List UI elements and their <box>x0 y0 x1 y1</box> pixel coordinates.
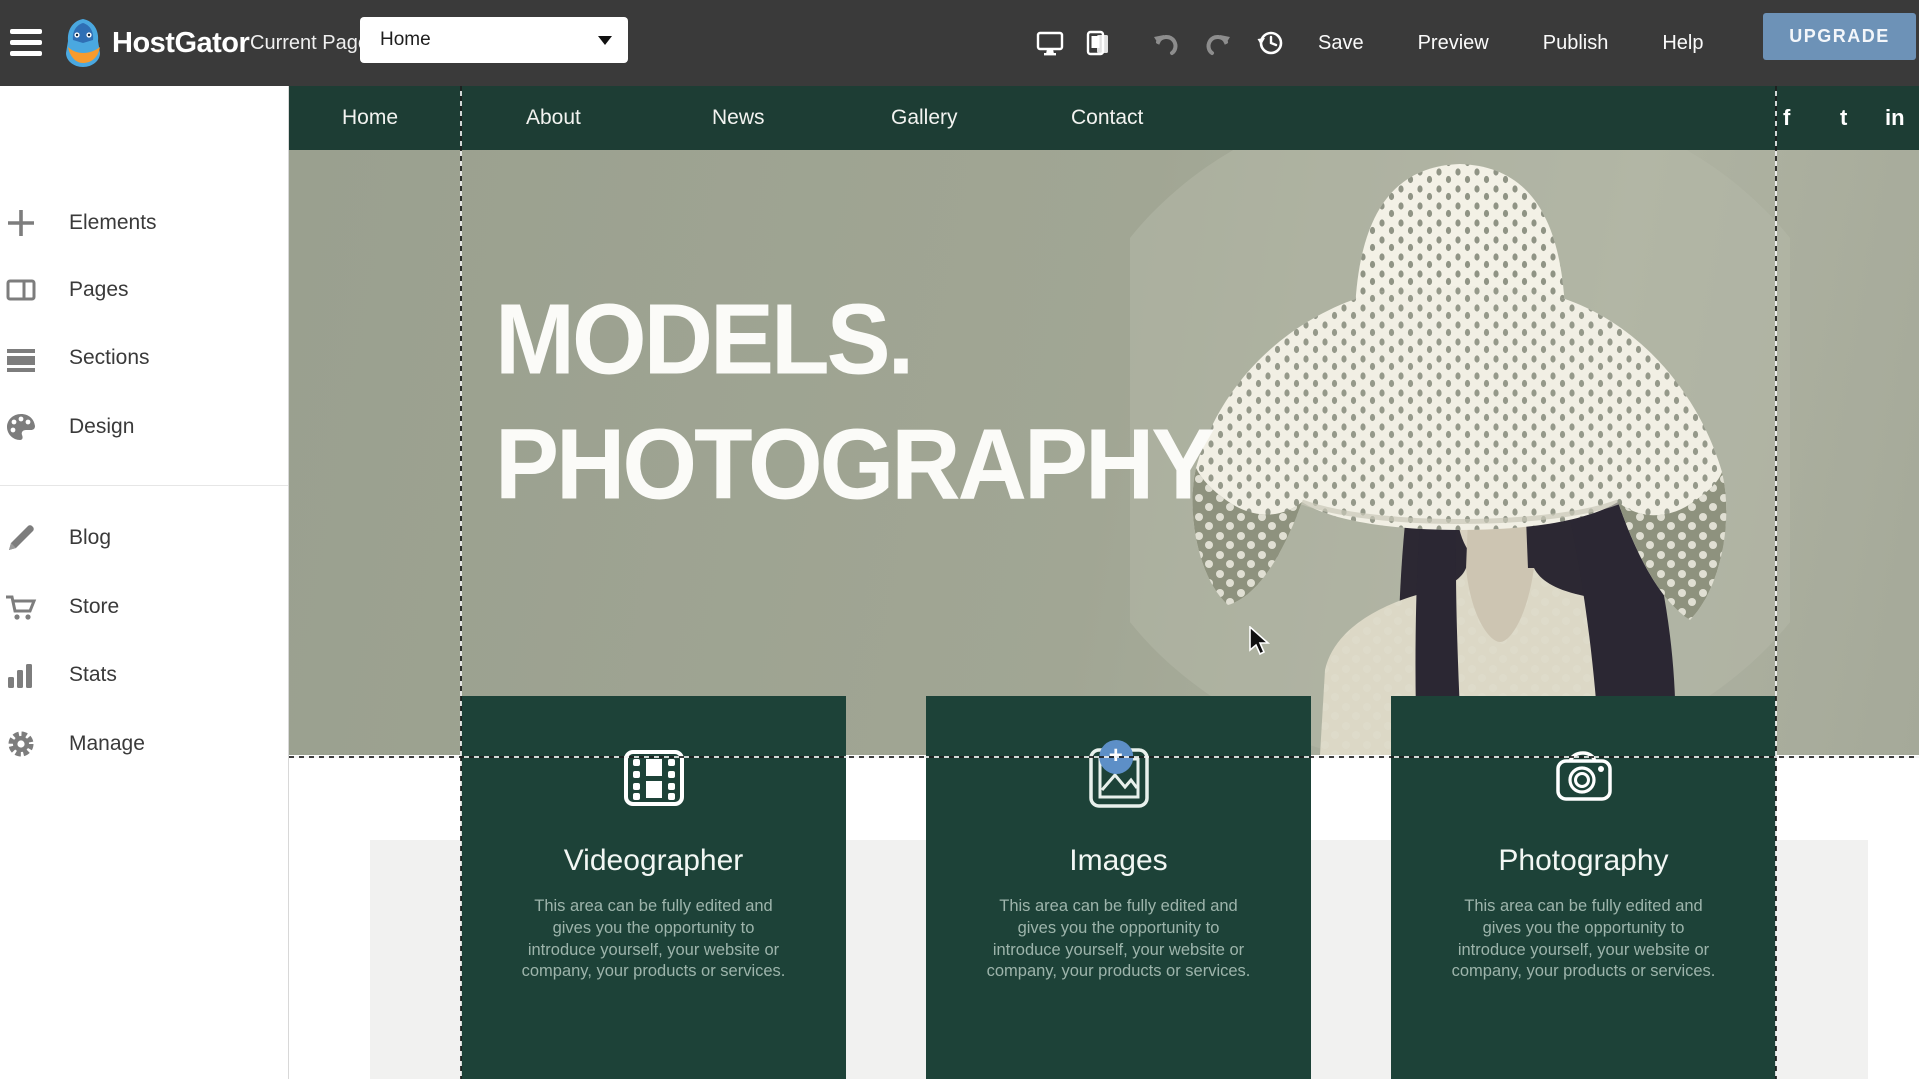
card-title: Images <box>926 844 1311 878</box>
editor-sidebar: Elements Pages Sections Design Blog <box>0 86 289 1079</box>
plus-icon <box>5 207 37 239</box>
redo-icon[interactable] <box>1204 29 1232 57</box>
pages-icon <box>5 274 37 306</box>
page-select-dropdown[interactable]: Home <box>360 17 628 63</box>
menu-hamburger-icon[interactable] <box>10 25 48 61</box>
section-boundary-left <box>460 86 462 1079</box>
card-body: This area can be fully edited and gives … <box>985 896 1253 983</box>
editor-topbar: HostGator Current Page: Home <box>0 0 1919 86</box>
chevron-down-icon <box>598 36 612 45</box>
palette-icon <box>5 411 37 443</box>
hostgator-logo: HostGator <box>60 16 249 70</box>
gear-icon <box>5 728 37 760</box>
twitter-icon[interactable]: t <box>1840 86 1847 150</box>
sidebar-item-pages[interactable]: Pages <box>0 262 288 318</box>
sidebar-item-label: Manage <box>69 732 145 756</box>
bar-chart-icon <box>5 659 37 691</box>
sidebar-item-design[interactable]: Design <box>0 399 288 455</box>
site-nav-contact[interactable]: Contact <box>1071 86 1143 150</box>
mobile-view-icon[interactable] <box>1084 29 1112 57</box>
site-editor-canvas: Home About News Gallery Contact f t in <box>289 86 1919 1079</box>
card-body: This area can be fully edited and gives … <box>520 896 788 983</box>
brand-text: HostGator <box>112 27 249 60</box>
preview-button[interactable]: Preview <box>1418 32 1489 55</box>
facebook-icon[interactable]: f <box>1783 86 1790 150</box>
site-nav-gallery[interactable]: Gallery <box>891 86 958 150</box>
hero-model-image <box>1130 150 1790 755</box>
section-boundary-right <box>1775 86 1777 1079</box>
sidebar-item-label: Stats <box>69 663 117 687</box>
sidebar-item-label: Store <box>69 595 119 619</box>
cart-icon <box>5 591 37 623</box>
pencil-icon <box>5 522 37 554</box>
sidebar-item-store[interactable]: Store <box>0 579 288 635</box>
desktop-view-icon[interactable] <box>1036 29 1064 57</box>
page-select-value: Home <box>380 29 598 51</box>
mouse-cursor <box>1248 626 1274 656</box>
sidebar-item-elements[interactable]: Elements <box>0 195 288 251</box>
sidebar-item-blog[interactable]: Blog <box>0 510 288 566</box>
site-nav-home[interactable]: Home <box>342 86 398 150</box>
sidebar-item-label: Elements <box>69 211 157 235</box>
sidebar-item-sections[interactable]: Sections <box>0 330 288 386</box>
card-body: This area can be fully edited and gives … <box>1450 896 1718 983</box>
sections-icon <box>5 342 37 374</box>
section-boundary-bottom <box>289 756 1919 758</box>
sidebar-divider <box>0 485 288 486</box>
sidebar-item-stats[interactable]: Stats <box>0 647 288 703</box>
upgrade-button[interactable]: UPGRADE <box>1763 13 1916 60</box>
current-page-label: Current Page: <box>250 0 375 86</box>
hero-title-line1: MODELS. <box>495 278 1212 403</box>
linkedin-icon[interactable]: in <box>1885 86 1905 150</box>
site-nav-about[interactable]: About <box>526 86 581 150</box>
feature-card-videographer[interactable]: Videographer This area can be fully edit… <box>461 696 846 1079</box>
card-title: Videographer <box>461 844 846 878</box>
save-button[interactable]: Save <box>1318 32 1364 55</box>
hero-title[interactable]: MODELS. PHOTOGRAPHY <box>495 278 1212 528</box>
site-nav-news[interactable]: News <box>712 86 765 150</box>
hostgator-gator-icon <box>60 17 106 69</box>
sidebar-item-label: Pages <box>69 278 129 302</box>
feature-card-images[interactable]: + Images This area can be fully edited a… <box>926 696 1311 1079</box>
card-title: Photography <box>1391 844 1776 878</box>
sidebar-item-label: Design <box>69 415 134 439</box>
publish-button[interactable]: Publish <box>1543 32 1609 55</box>
undo-icon[interactable] <box>1152 29 1180 57</box>
sidebar-item-label: Blog <box>69 526 111 550</box>
feature-card-photography[interactable]: Photography This area can be fully edite… <box>1391 696 1776 1079</box>
history-icon[interactable] <box>1256 29 1284 57</box>
site-navbar: Home About News Gallery Contact f t in <box>289 86 1919 150</box>
hero-section[interactable]: MODELS. PHOTOGRAPHY <box>289 150 1919 755</box>
hero-title-line2: PHOTOGRAPHY <box>495 403 1212 528</box>
sidebar-item-label: Sections <box>69 346 150 370</box>
sidebar-item-manage[interactable]: Manage <box>0 716 288 772</box>
help-button[interactable]: Help <box>1662 32 1703 55</box>
